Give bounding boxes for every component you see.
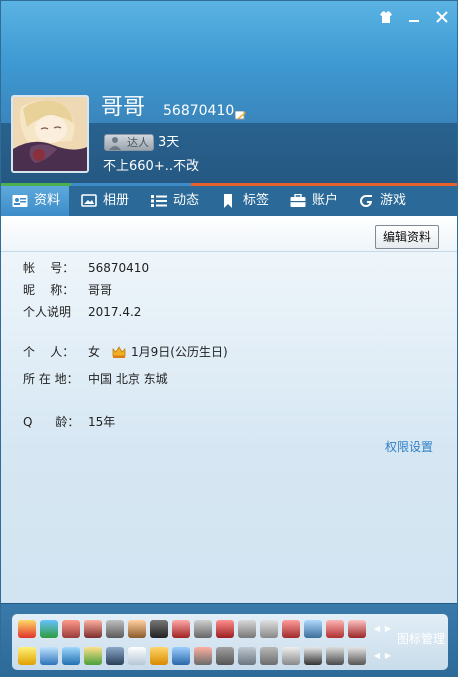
field-label: 昵 称： bbox=[23, 283, 75, 297]
album-icon bbox=[81, 194, 97, 207]
profile-content: 编辑资料 帐 号： 56870410 昵 称： 哥哥 个人说明 2017.4.2… bbox=[1, 216, 457, 603]
app-badge-icon[interactable] bbox=[238, 647, 256, 665]
app-badge-icon[interactable] bbox=[304, 620, 322, 638]
app-badge-icon[interactable] bbox=[260, 620, 278, 638]
description-value: 2017.4.2 bbox=[88, 305, 142, 319]
tab-account[interactable]: 账户 bbox=[290, 186, 350, 216]
description-row: 个人说明 2017.4.2 bbox=[1, 303, 457, 321]
game-icon bbox=[360, 195, 372, 207]
app-badge-icon[interactable] bbox=[18, 647, 36, 665]
permission-settings-link[interactable]: 权限设置 bbox=[385, 439, 433, 455]
tab-games[interactable]: 游戏 bbox=[358, 186, 418, 216]
app-icon-bar bbox=[1, 603, 457, 676]
app-badge-icon[interactable] bbox=[128, 647, 146, 665]
qq-number: 56870410 bbox=[163, 103, 235, 119]
location-row: 所 在 地： 中国 北京 东城 bbox=[1, 370, 457, 388]
app-badge-icon[interactable] bbox=[304, 647, 322, 665]
app-badge-icon[interactable] bbox=[326, 620, 344, 638]
tab-label: 相册 bbox=[103, 193, 130, 208]
qq-age-row: Q 龄： 15年 bbox=[1, 413, 457, 431]
birthday-crown-icon bbox=[112, 346, 126, 358]
edit-profile-button[interactable]: 编辑资料 bbox=[375, 225, 439, 249]
briefcase-icon bbox=[290, 194, 306, 207]
app-badge-icon[interactable] bbox=[194, 620, 212, 638]
account-value: 56870410 bbox=[88, 261, 150, 275]
level-label: 达人 bbox=[127, 136, 149, 149]
level-badge[interactable]: 达人 bbox=[104, 134, 154, 151]
app-badge-icon[interactable] bbox=[40, 647, 58, 665]
content-toolbar: 编辑资料 bbox=[1, 216, 457, 252]
signature[interactable]: 不上660+..不改 bbox=[103, 158, 199, 175]
app-badge-icon[interactable] bbox=[216, 620, 234, 638]
person-icon bbox=[109, 137, 121, 150]
app-badge-icon[interactable] bbox=[216, 647, 234, 665]
minimize-icon[interactable] bbox=[406, 9, 422, 25]
nickname-value: 哥哥 bbox=[88, 283, 113, 297]
app-badge-icon[interactable] bbox=[348, 620, 366, 638]
app-badge-icon[interactable] bbox=[172, 647, 190, 665]
close-icon[interactable] bbox=[434, 9, 450, 25]
bookmark-icon bbox=[224, 194, 232, 208]
icon-manage-link[interactable]: 图标管理 bbox=[397, 631, 445, 647]
field-label: 所 在 地： bbox=[23, 372, 79, 386]
edit-pen-icon[interactable] bbox=[234, 110, 247, 120]
personal-row: 个 人： 女 1月9日(公历生日) bbox=[1, 343, 457, 361]
tab-feed[interactable]: 动态 bbox=[151, 186, 211, 216]
qq-age-value: 15年 bbox=[88, 415, 116, 429]
profile-header: 哥哥 56870410 达人 3天 不上660+..不改 bbox=[1, 1, 457, 186]
tab-bar: 资料 相册 动态 标签 账户 游戏 bbox=[1, 186, 457, 216]
tab-tags[interactable]: 标签 bbox=[221, 186, 281, 216]
tab-label: 账户 bbox=[312, 193, 339, 208]
field-label: 帐 号： bbox=[23, 261, 75, 275]
profile-window: 哥哥 56870410 达人 3天 不上660+..不改 资料 相册 动态 标签 bbox=[0, 0, 458, 677]
birthday-value: 1月9日(公历生日) bbox=[131, 345, 228, 359]
app-badge-icon[interactable] bbox=[150, 620, 168, 638]
tab-profile[interactable]: 资料 bbox=[1, 186, 69, 216]
nickname: 哥哥 bbox=[101, 95, 146, 120]
field-label: 个 人： bbox=[23, 345, 75, 359]
gender-value: 女 bbox=[88, 345, 101, 359]
app-badge-icon[interactable] bbox=[150, 647, 168, 665]
app-badge-icon[interactable] bbox=[260, 647, 278, 665]
app-badge-icon[interactable] bbox=[18, 620, 36, 638]
tab-album[interactable]: 相册 bbox=[81, 186, 141, 216]
tab-label: 动态 bbox=[173, 193, 200, 208]
app-badge-icon[interactable] bbox=[282, 620, 300, 638]
active-days: 3天 bbox=[158, 135, 180, 150]
app-badge-icon[interactable] bbox=[128, 620, 146, 638]
app-badge-icon[interactable] bbox=[282, 647, 300, 665]
app-badge-icon[interactable] bbox=[194, 647, 212, 665]
avatar[interactable] bbox=[11, 95, 89, 173]
scroll-right-icon[interactable]: ▶ bbox=[382, 623, 394, 635]
account-row: 帐 号： 56870410 bbox=[1, 259, 457, 277]
app-badge-icon[interactable] bbox=[84, 647, 102, 665]
nickname-row: 昵 称： 哥哥 bbox=[1, 281, 457, 299]
app-badge-icon[interactable] bbox=[40, 620, 58, 638]
app-badge-icon[interactable] bbox=[62, 620, 80, 638]
app-badge-icon[interactable] bbox=[172, 620, 190, 638]
app-badge-icon[interactable] bbox=[326, 647, 344, 665]
app-badge-icon[interactable] bbox=[106, 647, 124, 665]
app-badge-icon[interactable] bbox=[106, 620, 124, 638]
field-label: 个人说明 bbox=[23, 305, 72, 319]
tab-label: 游戏 bbox=[380, 193, 407, 208]
tab-label: 标签 bbox=[243, 193, 270, 208]
app-badge-icon[interactable] bbox=[62, 647, 80, 665]
tab-label: 资料 bbox=[34, 193, 61, 208]
feed-list-icon bbox=[151, 195, 167, 207]
profile-card-icon bbox=[12, 195, 28, 207]
scroll-right-icon[interactable]: ▶ bbox=[382, 650, 394, 662]
app-badge-icon[interactable] bbox=[84, 620, 102, 638]
field-label: Q 龄： bbox=[23, 415, 80, 429]
location-value: 中国 北京 东城 bbox=[88, 372, 168, 386]
skin-shirt-icon[interactable] bbox=[378, 9, 394, 25]
app-badge-icon[interactable] bbox=[238, 620, 256, 638]
app-badge-icon[interactable] bbox=[348, 647, 366, 665]
